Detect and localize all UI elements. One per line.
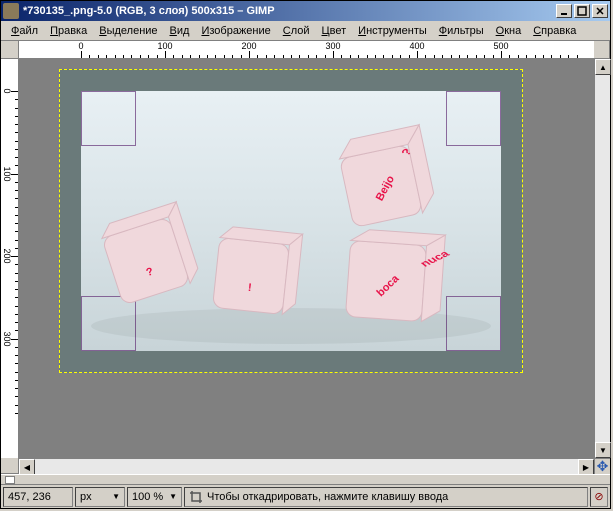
window-title: *730135_.png-5.0 (RGB, 3 слоя) 500x315 –… [23,5,556,17]
menu-цвет[interactable]: Цвет [316,23,353,39]
menubar: ФайлПравкаВыделениеВидИзображениеСлойЦве… [1,21,610,41]
scroll-left-button[interactable]: ◀ [19,459,35,475]
ruler-row-top: 0100200300400500 [1,41,610,59]
scroll-right-button[interactable]: ▶ [578,459,594,475]
chevron-down-icon: ▼ [112,492,120,501]
canvas-area[interactable]: ? ! [19,59,594,458]
maximize-button[interactable] [574,4,590,18]
menu-инструменты[interactable]: Инструменты [352,23,433,39]
ruler-vertical[interactable]: 0100200300 [1,59,19,458]
scrollbar-horizontal[interactable]: ◀ ▶ [19,458,594,474]
dice-image: ? ! [81,91,501,351]
scroll-corner-left [1,458,19,474]
ruler-horizontal[interactable]: 0100200300400500 [19,41,594,59]
image-canvas[interactable]: ? ! [81,91,501,351]
move-icon: ✥ [597,458,609,475]
menu-правка[interactable]: Правка [44,23,93,39]
menu-слой[interactable]: Слой [277,23,316,39]
status-text: Чтобы откадрировать, нажмите клавишу вво… [207,491,448,503]
status-cancel-button[interactable]: ⊘ [590,487,608,507]
menu-файл[interactable]: Файл [5,23,44,39]
scroll-down-button[interactable]: ▼ [595,442,611,458]
menu-справка[interactable]: Справка [527,23,582,39]
unit-label: px [80,491,92,503]
chevron-down-icon: ▼ [169,492,177,501]
window-controls [556,4,608,18]
minimize-button[interactable] [556,4,572,18]
ruler-corner-right [594,41,610,59]
zoom-label: 100 % [132,491,163,503]
navigation-button[interactable]: ✥ [594,458,610,474]
menu-выделение[interactable]: Выделение [93,23,163,39]
status-unit-select[interactable]: px ▼ [75,487,125,507]
app-icon [3,3,19,19]
scroll-h-track[interactable] [35,459,578,474]
status-coordinates: 457, 236 [3,487,73,507]
menu-окна[interactable]: Окна [490,23,528,39]
ruler-corner [1,41,19,59]
menu-вид[interactable]: Вид [164,23,196,39]
close-button[interactable] [592,4,608,18]
scroll-up-button[interactable]: ▲ [595,59,611,75]
app-window: *730135_.png-5.0 (RGB, 3 слоя) 500x315 –… [0,0,611,509]
menu-изображение[interactable]: Изображение [195,23,276,39]
cancel-icon: ⊘ [594,490,603,503]
quickmask-row [1,474,610,484]
menu-фильтры[interactable]: Фильтры [433,23,490,39]
status-message: Чтобы откадрировать, нажмите клавишу вво… [184,487,588,507]
scrollbar-h-row: ◀ ▶ ✥ [1,458,610,474]
titlebar[interactable]: *730135_.png-5.0 (RGB, 3 слоя) 500x315 –… [1,1,610,21]
status-zoom-select[interactable]: 100 % ▼ [127,487,182,507]
canvas-outer: ? ! [59,69,523,373]
crop-icon [189,490,203,504]
quickmask-toggle[interactable] [5,476,15,484]
statusbar: 457, 236 px ▼ 100 % ▼ Чтобы откадрироват… [1,484,610,508]
content-row: 0100200300 [1,59,610,458]
scroll-v-track[interactable] [595,75,610,442]
scrollbar-vertical[interactable]: ▲ ▼ [594,59,610,458]
